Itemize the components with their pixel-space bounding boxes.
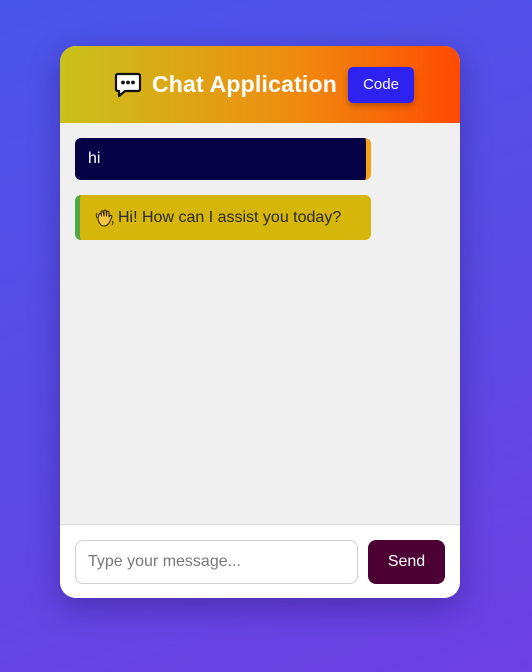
message-input[interactable] — [75, 540, 358, 584]
user-message: hi — [75, 138, 371, 180]
send-button[interactable]: Send — [368, 540, 445, 584]
code-button[interactable]: Code — [348, 66, 415, 103]
composer: Send — [60, 524, 460, 598]
waving-hand-icon — [95, 208, 115, 228]
chat-window: Chat Application Code hi Hi! How can I a… — [60, 46, 460, 598]
user-message-text: hi — [88, 150, 101, 167]
bot-message-text: Hi! How can I assist you today? — [118, 208, 342, 226]
message-list: hi Hi! How can I assist you today? — [60, 123, 460, 524]
app-title: Chat Application — [151, 71, 338, 97]
bot-message: Hi! How can I assist you today? — [75, 195, 371, 240]
chat-bubble-icon — [114, 72, 142, 98]
chat-header: Chat Application Code — [60, 46, 460, 123]
